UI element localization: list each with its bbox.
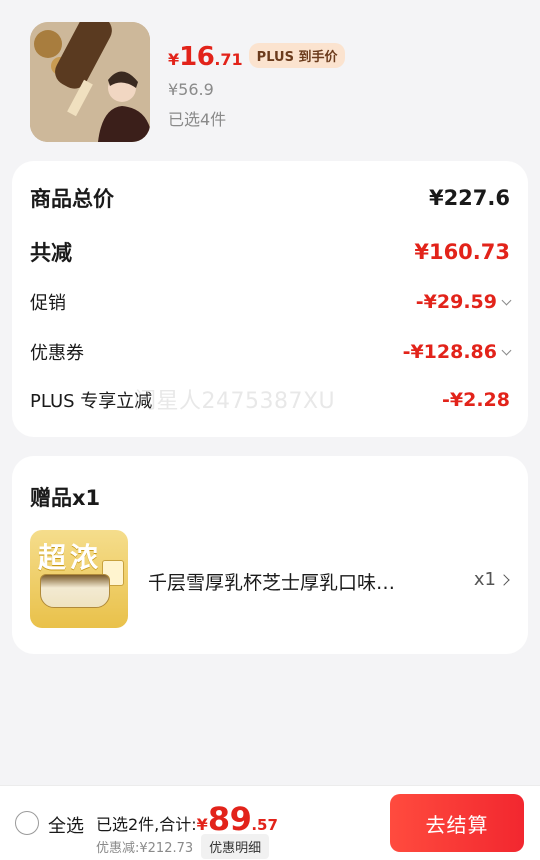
product-thumbnail[interactable] — [30, 22, 150, 142]
chevron-down-icon[interactable] — [501, 345, 512, 355]
discount-amount: 优惠减:¥212.73 — [96, 841, 194, 856]
price-integer: 16 — [179, 42, 215, 72]
ice-cream-bar-photo-icon — [30, 22, 150, 142]
plus-discount-value: -¥2.28 — [442, 389, 510, 411]
total-prefix: 已选2件,合计: — [96, 815, 197, 834]
price-summary-card: 商品总价 ¥227.6 共减 ¥160.73 促销 -¥29.59 优惠券 -¥… — [12, 161, 528, 437]
total-price-label: 商品总价 — [30, 187, 114, 211]
chevron-right-icon[interactable] — [498, 574, 510, 586]
gift-name[interactable]: 千层雪厚乳杯芝士厚乳口味… — [148, 568, 438, 595]
product-summary: ¥ 16 .71 PLUS 到手价 ¥56.9 已选4件 — [30, 22, 510, 144]
checkout-bar: 全选 已选2件,合计: ¥ 89 .57 优惠减:¥212.73 优惠明细 去结… — [0, 785, 540, 860]
order-summary-page: ¥ 16 .71 PLUS 到手价 ¥56.9 已选4件 商品总价 ¥227.6… — [0, 0, 540, 860]
original-price: ¥56.9 — [168, 80, 214, 99]
plus-price-tag: PLUS 到手价 — [248, 42, 346, 68]
total-integer: 89 — [207, 800, 252, 838]
coupon-row[interactable]: 优惠券 -¥128.86 — [30, 339, 512, 365]
select-all-radio[interactable] — [15, 811, 39, 835]
promotion-label: 促销 — [30, 293, 66, 314]
total-price-row: 商品总价 ¥227.6 — [30, 183, 510, 213]
total-discount-label: 共减 — [30, 241, 72, 265]
promotion-row[interactable]: 促销 -¥29.59 — [30, 289, 512, 315]
price-decimal: .71 — [214, 50, 243, 69]
discount-detail-button[interactable]: 优惠明细 — [201, 834, 270, 859]
plus-discount-label: PLUS 专享立减 — [30, 391, 153, 412]
select-all-label[interactable]: 全选 — [48, 812, 84, 838]
chevron-down-icon[interactable] — [501, 295, 512, 305]
gift-card: 赠品x1 超浓 千层雪厚乳杯芝士厚乳口味… x1 — [12, 456, 528, 654]
checkout-button[interactable]: 去结算 — [390, 794, 524, 852]
coupon-value: -¥128.86 — [402, 341, 497, 363]
total-discount-row: 共减 ¥160.73 — [30, 237, 510, 267]
price-currency: ¥ — [168, 50, 180, 69]
discount-line: 优惠减:¥212.73 优惠明细 — [96, 834, 270, 859]
promotion-value: -¥29.59 — [415, 291, 497, 313]
total-decimal: .57 — [251, 816, 278, 834]
gift-quantity: x1 — [473, 569, 496, 590]
coupon-label: 优惠券 — [30, 343, 84, 364]
gift-thumbnail[interactable]: 超浓 — [30, 530, 128, 628]
promotion-value-group[interactable]: -¥29.59 — [415, 291, 512, 313]
coupon-value-group[interactable]: -¥128.86 — [402, 341, 512, 363]
gift-title: 赠品x1 — [30, 486, 101, 510]
total-line: 已选2件,合计: ¥ 89 .57 — [96, 800, 278, 838]
product-price: ¥ 16 .71 PLUS 到手价 — [168, 42, 346, 72]
total-price-value: ¥227.6 — [428, 186, 510, 210]
plus-discount-row: PLUS 专享立减 -¥2.28 — [30, 387, 510, 413]
ice-cream-cup-icon — [40, 574, 110, 608]
selected-count: 已选4件 — [168, 110, 227, 129]
gift-thumb-text: 超浓 — [38, 541, 103, 574]
total-discount-value: ¥160.73 — [414, 240, 510, 264]
total-currency: ¥ — [196, 815, 208, 834]
